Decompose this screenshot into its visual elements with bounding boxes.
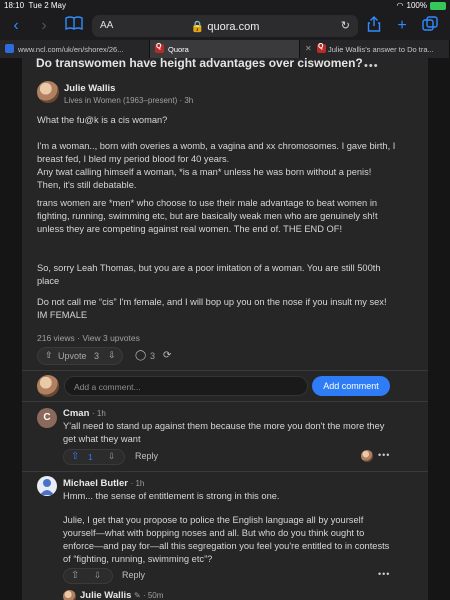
- battery-icon: [430, 1, 446, 10]
- avatar[interactable]: [37, 81, 59, 103]
- upvote-icon[interactable]: ⇧: [71, 451, 79, 462]
- answer-paragraph: So, sorry Leah Thomas, but you are a poo…: [37, 263, 381, 286]
- forward-icon[interactable]: ›: [34, 16, 54, 36]
- comment-icon[interactable]: ◯: [135, 350, 146, 361]
- downvote-icon[interactable]: ⇩: [108, 451, 115, 462]
- author-credential[interactable]: Lives in Women (1963–present) · 3h: [64, 96, 193, 105]
- comment-input[interactable]: Add a comment...: [64, 376, 308, 396]
- more-options-icon[interactable]: •••: [378, 450, 390, 460]
- ncl-favicon-icon: [5, 44, 14, 53]
- more-options-icon[interactable]: •••: [378, 569, 390, 579]
- share-icon[interactable]: ⟳: [163, 350, 171, 361]
- status-time: 18:10 Tue 2 May: [4, 1, 66, 10]
- answer-paragraph: Do not call me “cis” I'm female, and I w…: [37, 297, 387, 320]
- reply-button[interactable]: Reply: [122, 570, 145, 580]
- add-comment-button[interactable]: Add comment: [312, 376, 390, 396]
- bookmarks-icon[interactable]: [64, 16, 84, 36]
- battery-percent: 100%: [406, 1, 427, 10]
- question-title[interactable]: Do transwomen have height advantages ove…: [36, 58, 363, 70]
- quora-favicon-icon: [155, 43, 164, 53]
- browser-toolbar: ‹ › AA 🔒 quora.com ↻ +: [0, 12, 450, 40]
- avatar: [361, 450, 373, 462]
- comment-text: Hmm... the sense of entitlement is stron…: [63, 491, 280, 501]
- divider: [22, 401, 428, 402]
- status-right: ◠ 100%: [397, 1, 446, 10]
- wifi-icon: ◠: [396, 1, 404, 10]
- comment-vote-pill: ⇧ ⇩: [63, 568, 113, 584]
- comment-text: Y'all need to stand up against them beca…: [63, 421, 385, 444]
- avatar[interactable]: [37, 476, 57, 496]
- new-tab-icon[interactable]: +: [392, 16, 412, 36]
- comment-author[interactable]: Michael Butler · 1h: [63, 478, 144, 489]
- answer-author[interactable]: Julie Wallis: [64, 83, 115, 94]
- reload-icon[interactable]: ↻: [341, 19, 350, 32]
- answer-paragraph: What the fu@k is a cis woman?: [37, 115, 168, 125]
- downvote-icon[interactable]: ⇩: [94, 570, 101, 581]
- comment-vote-pill: ⇧ 1 ⇩: [63, 449, 125, 465]
- tab-julie-answer[interactable]: ✕ Julie Wallis's answer to Do tra...: [300, 40, 450, 58]
- avatar[interactable]: [63, 590, 76, 600]
- divider: [22, 370, 428, 371]
- comment-author[interactable]: Cman · 1h: [63, 408, 106, 419]
- close-tab-icon[interactable]: ✕: [305, 44, 314, 53]
- avatar[interactable]: C: [37, 408, 57, 428]
- answer-stats[interactable]: 216 views · View 3 upvotes: [37, 333, 140, 343]
- status-bar: 18:10 Tue 2 May ◠ 100%: [0, 0, 450, 12]
- tab-ncl[interactable]: www.ncl.com/uk/en/shorex/26...: [0, 40, 150, 58]
- upvote-count: 3: [94, 351, 100, 361]
- answer-paragraph: Any twat calling himself a woman, *is a …: [37, 167, 372, 190]
- answer-paragraph: I'm a woman.., born with overies a womb,…: [37, 141, 396, 164]
- upvote-icon: ⇧: [45, 350, 53, 360]
- divider: [22, 471, 428, 472]
- upvote-icon[interactable]: ⇧: [71, 570, 79, 581]
- share-icon[interactable]: [364, 16, 384, 36]
- comment-count: 3: [150, 351, 156, 361]
- upvote-label: Upvote: [58, 351, 87, 361]
- tab-quora[interactable]: Quora: [150, 40, 300, 58]
- page-content: Do transwomen have height advantages ove…: [0, 58, 450, 600]
- downvote-icon[interactable]: ⇩: [108, 350, 116, 361]
- comment-author[interactable]: Julie Wallis ✎ · 50m: [80, 590, 163, 600]
- upvote-count: 1: [88, 452, 93, 462]
- answer-paragraph: trans women are *men* who choose to use …: [37, 198, 378, 234]
- tabs-overview-icon[interactable]: [420, 16, 440, 36]
- more-options-icon[interactable]: •••: [364, 60, 379, 72]
- address-bar[interactable]: AA 🔒 quora.com ↻: [92, 15, 358, 37]
- back-icon[interactable]: ‹: [6, 16, 26, 36]
- avatar: [37, 375, 59, 397]
- url-text: 🔒 quora.com: [190, 21, 260, 33]
- quora-favicon-icon: [317, 43, 326, 53]
- tab-strip: www.ncl.com/uk/en/shorex/26... Quora ✕ J…: [0, 40, 450, 58]
- reply-button[interactable]: Reply: [135, 451, 158, 461]
- comment-text: Julie, I get that you propose to police …: [63, 515, 390, 564]
- upvote-button[interactable]: ⇧ Upvote 3 ⇩: [37, 347, 123, 365]
